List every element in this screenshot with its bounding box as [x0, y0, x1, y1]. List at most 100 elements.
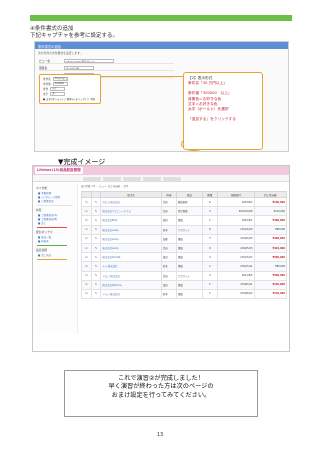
owner-cell: 渋谷: [160, 270, 177, 281]
form-value[interactable]: 売上見込額: [64, 65, 94, 70]
amount-cell: ¥400,000: [253, 215, 288, 226]
company-cell[interactable]: ガエモ 株式会社: [100, 196, 162, 208]
date-cell: 2011/5/27: [216, 252, 255, 263]
owner-cell: 渋谷: [160, 242, 177, 254]
table-row[interactable]: ☑ ✎ 株式会社Lamp 加藤 書籍 3 2010/5/25 ¥300,000: [81, 233, 288, 244]
table-row[interactable]: ☑ ✎ アルム 株式会社 鈴木 書籍 1 2010/6/22 ¥120,000: [81, 288, 288, 300]
edit-icon[interactable]: ✎: [90, 261, 102, 272]
row-checkbox[interactable]: ☑: [81, 233, 92, 244]
company-cell[interactable]: 株式会社TailCora: [100, 279, 162, 290]
quantity-cell: 2: [201, 261, 218, 272]
sidebar-item[interactable]: ■ 売上見込: [38, 253, 51, 257]
company-cell[interactable]: 株式会社マクニーノテラス: [100, 206, 162, 217]
edit-icon[interactable]: ✎: [90, 215, 102, 226]
text-color-row: 文字赤: [43, 92, 66, 96]
completion-message-box: これで演習②が完成しました！ 早く演習が終わった方は次のページの おまけ設定を行…: [64, 370, 258, 417]
product-cell: 書籍: [175, 252, 203, 263]
sidebar-accent: [37, 245, 67, 246]
table-row[interactable]: ☑ ✎ 株式会社Lamp 鈴木 アカウント 8 2011/6/15 ¥88,000: [81, 224, 288, 235]
date-cell: 2011/6/15: [216, 224, 255, 235]
quantity-cell: 2: [201, 215, 218, 226]
owner-cell: 田辺: [160, 279, 177, 290]
date-cell: 2010/6/3: [216, 196, 255, 208]
company-cell[interactable]: 株式会社Elite: [100, 215, 162, 226]
quantity-cell: 6: [201, 196, 218, 208]
edit-icon[interactable]: ✎: [90, 270, 102, 281]
sidebar-section-title: 最近使用: [36, 248, 48, 252]
section-color-bar: [30, 15, 292, 21]
edit-icon[interactable]: ✎: [90, 233, 102, 244]
row-checkbox[interactable]: ☑: [81, 206, 92, 217]
text-color-select[interactable]: 赤: [50, 92, 66, 96]
edit-icon[interactable]: ✎: [90, 252, 102, 263]
condition-name-label: 条件名: [43, 78, 51, 81]
company-cell[interactable]: 株式会社Sumita: [100, 252, 162, 263]
sidebar-item[interactable]: ■ 担当者: [38, 239, 49, 243]
company-cell[interactable]: 株式会社Lamp: [100, 233, 162, 244]
app-logo: Lifebox(13)商品取扱管理: [35, 167, 83, 174]
row-checkbox[interactable]: ☑: [81, 279, 92, 290]
product-cell: 書籍: [175, 288, 203, 300]
form-header: 条件書式の追加: [35, 42, 288, 49]
sidebar: マイ分析 ■ 予算管理 ■ ○○グループ進捗 ■ 工程進捗表 共有 ■ 工程進捗…: [34, 184, 78, 334]
condition-name-input[interactable]: 30万円以上: [52, 77, 68, 81]
table-row[interactable]: ☑ ✎ アロン 株式会社 渋谷 アカウント 4 2011/6/5 ¥500,000: [81, 270, 288, 281]
date-cell: 2010/5/1: [216, 215, 255, 226]
edit-icon[interactable]: ✎: [90, 196, 102, 208]
edit-icon[interactable]: ✎: [90, 224, 102, 235]
sidebar-item[interactable]: ■ 工程進捗表: [38, 199, 54, 203]
sidebar-section-title: マイ分析: [36, 186, 48, 190]
row-checkbox[interactable]: ☑: [81, 261, 92, 272]
product-cell: 書籍: [175, 279, 203, 290]
product-cell: 青空書斎: [175, 206, 203, 217]
row-checkbox[interactable]: ☑: [81, 270, 92, 281]
table-row[interactable]: ☑ ✎ 株式会社Sumita 田辺 書籍 4 2011/5/27 ¥500,000: [81, 252, 288, 263]
row-checkbox[interactable]: ☑: [81, 288, 92, 300]
owner-cell: 鈴木: [160, 261, 177, 272]
app-header: Lifebox(13)商品取扱管理: [33, 166, 289, 175]
sidebar-divider: [37, 205, 73, 206]
edit-icon[interactable]: ✎: [90, 206, 102, 217]
company-cell[interactable]: アロン 株式会社: [100, 270, 162, 281]
owner-cell: 田辺: [160, 252, 177, 263]
edit-icon[interactable]: ✎: [90, 288, 102, 300]
table-row[interactable]: ☑ ✎ ガエモ 株式会社 渋谷 資格取得 6 2010/6/3 ¥160,000: [81, 196, 288, 208]
company-cell[interactable]: 株式会社Lamp: [100, 224, 162, 235]
edit-icon[interactable]: ✎: [90, 242, 102, 254]
nav-tab[interactable]: [143, 176, 161, 181]
company-cell[interactable]: アルム 株式会社: [100, 288, 162, 300]
date-cell: 2011/5/11: [216, 261, 255, 272]
condition-operator-select[interactable]: 以上: [50, 87, 66, 91]
row-checkbox[interactable]: ☑: [81, 242, 92, 254]
nav-tab[interactable]: [83, 176, 101, 181]
sidebar-accent: [37, 227, 67, 228]
nav-tab[interactable]: [103, 176, 121, 181]
table-row[interactable]: ☑ ✎ 株式会社マクニーノテラス 渋谷 青空書斎 4 2010/10/28 ¥120,000: [81, 206, 288, 217]
form-row-view: ビュー名 Lifebox(13) 着信ビュー: [38, 58, 174, 64]
quantity-cell: 1: [201, 288, 218, 300]
product-cell: 書籍: [175, 215, 203, 226]
nav-tab[interactable]: [123, 176, 141, 181]
message-line: おまけ設定を行ってみてください。: [111, 391, 211, 399]
product-cell: 書籍: [175, 233, 203, 244]
table-row[interactable]: ☑ ✎ 株式会社Lamp 渋谷 書籍 8 2010/5/23 ¥410,000: [81, 242, 288, 254]
nav-tab[interactable]: [163, 176, 181, 181]
edit-icon[interactable]: ✎: [90, 279, 102, 290]
form-value[interactable]: Lifebox(13) 着信ビュー: [64, 58, 114, 63]
owner-cell: 鈴木: [160, 288, 177, 300]
date-cell: 2010/5/25: [216, 233, 255, 244]
row-checkbox[interactable]: ☑: [81, 196, 92, 208]
quantity-cell: 4: [201, 252, 218, 263]
table-row[interactable]: ☑ ✎ 株式会社TailCora 田辺 書籍 5 2010/5/21 ¥150,000: [81, 279, 288, 290]
condition-operator-row: 条件 以上: [43, 87, 66, 91]
company-cell[interactable]: 株式会社Lamp: [100, 242, 162, 254]
row-checkbox[interactable]: ☑: [81, 252, 92, 263]
font-style-radios[interactable]: ● 太字(ボールド) ○ 斜体(イタリック) ○ 下線: [43, 97, 95, 101]
table-row[interactable]: ☑ ✎ 株式会社Elite 田辺 書籍 2 2010/5/1 ¥400,000: [81, 215, 288, 226]
company-cell[interactable]: ルル 株式会社: [100, 261, 162, 272]
row-checkbox[interactable]: ☑: [81, 215, 92, 226]
row-checkbox[interactable]: ☑: [81, 224, 92, 235]
condition-value-input[interactable]: 300000: [52, 82, 68, 86]
table-row[interactable]: ☑ ✎ ルル 株式会社 鈴木 書籍 2 2011/5/11 ¥80,000: [81, 261, 288, 272]
sidebar-item[interactable]: ■ 売上: [38, 221, 46, 225]
